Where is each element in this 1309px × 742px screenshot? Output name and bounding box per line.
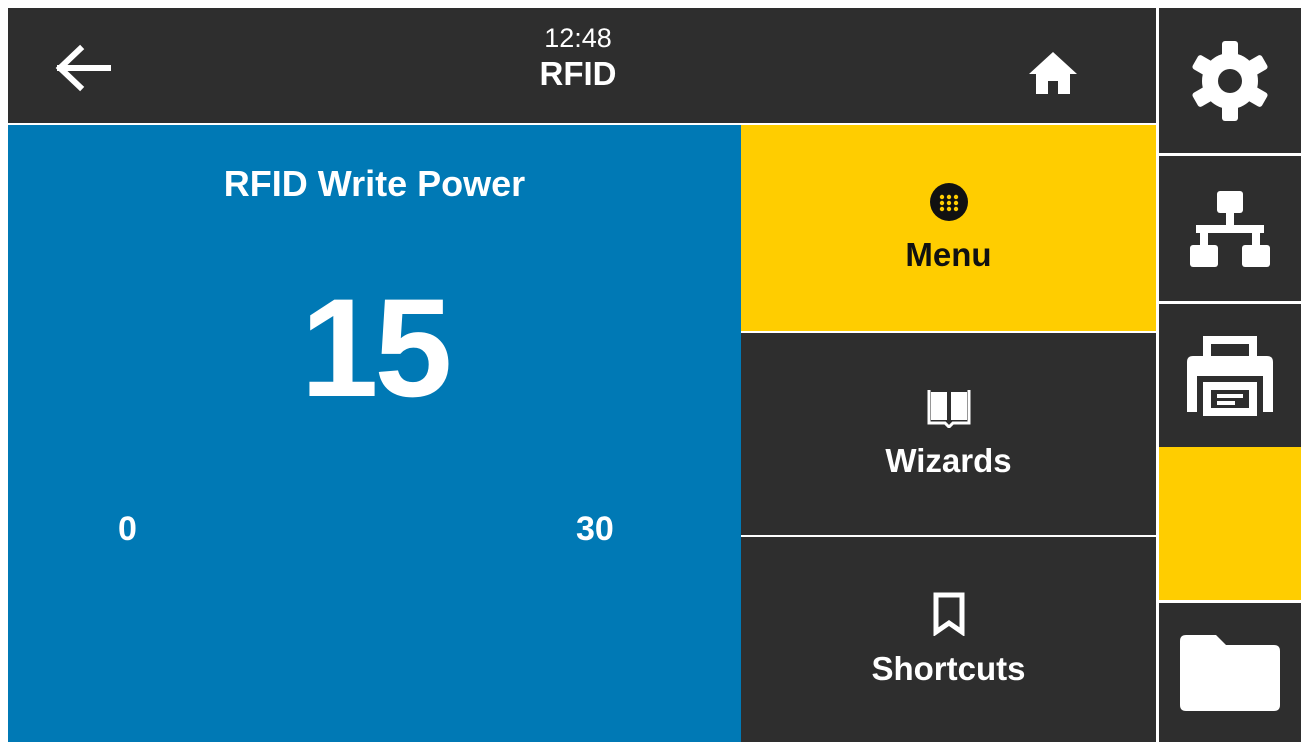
range-max-label: 30 [576, 510, 614, 548]
menu-button[interactable]: Menu [741, 125, 1156, 331]
grid-dots-icon [929, 183, 968, 221]
wizards-label: Wizards [885, 442, 1012, 479]
bookmark-icon [933, 592, 964, 636]
wizards-button[interactable]: Wizards [741, 331, 1156, 535]
shortcuts-button[interactable]: Shortcuts [741, 535, 1156, 742]
home-button[interactable] [1018, 48, 1088, 98]
book-icon [927, 390, 970, 428]
menu-label: Menu [905, 236, 992, 273]
clock: 12:48 [544, 23, 612, 53]
header-bar: 12:48 RFID [8, 8, 1156, 125]
back-button[interactable] [46, 38, 116, 98]
home-icon [1029, 52, 1077, 94]
range-min-label: 0 [118, 510, 137, 548]
network-button[interactable] [1159, 153, 1301, 301]
network-icon [1190, 190, 1270, 267]
printer-icon [1187, 335, 1273, 416]
files-button[interactable] [1159, 600, 1301, 742]
folder-icon [1180, 634, 1280, 711]
settings-button[interactable] [1159, 8, 1301, 153]
gear-icon [1192, 40, 1268, 121]
right-rail [1156, 8, 1301, 742]
setting-value[interactable]: 15 [8, 273, 741, 423]
printer-button[interactable] [1159, 301, 1301, 447]
page-title: RFID [539, 55, 617, 92]
header-center: 12:48 RFID [478, 22, 678, 94]
arrow-left-icon [55, 44, 111, 92]
shortcuts-label: Shortcuts [871, 649, 1026, 687]
rail-selected-indicator[interactable] [1159, 447, 1301, 600]
printer-display: 12:48 RFID RFID Write Power 15 0 30 Menu [8, 8, 1301, 742]
setting-name: RFID Write Power [223, 163, 526, 204]
setting-value-panel[interactable]: RFID Write Power 15 0 30 [8, 125, 741, 742]
main-nav: Menu Wizards Shortcuts [741, 125, 1156, 742]
